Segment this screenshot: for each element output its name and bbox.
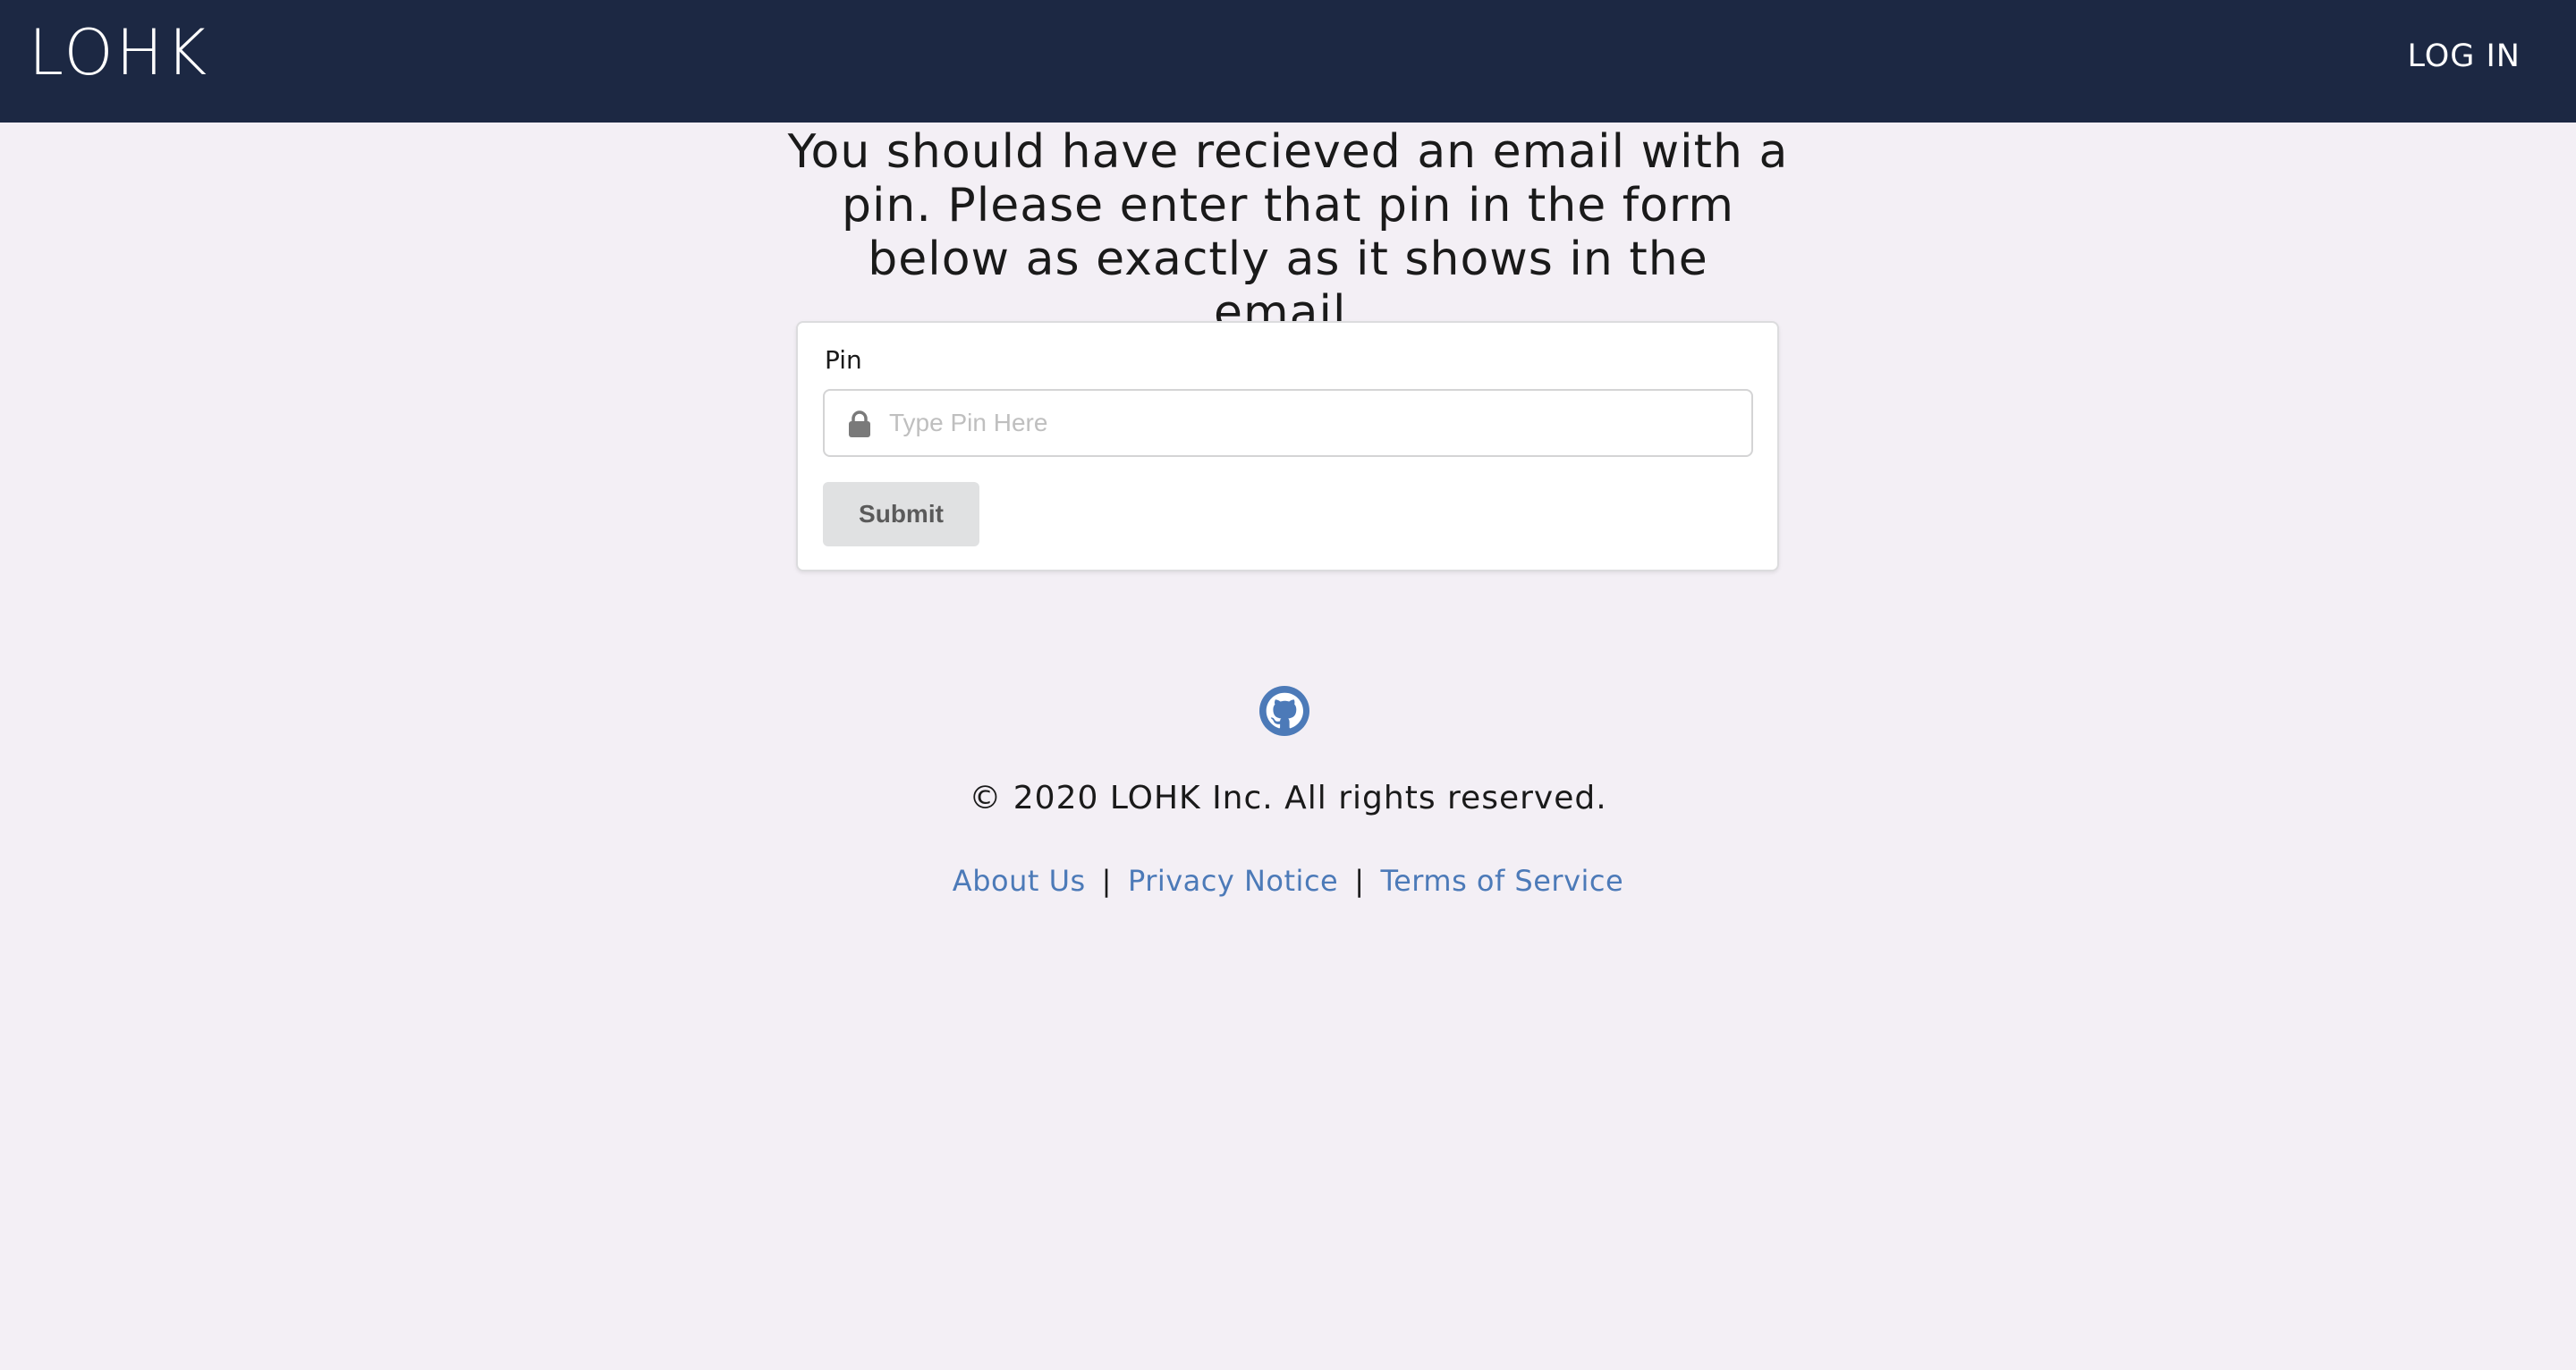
footer-links: About Us | Privacy Notice | Terms of Service <box>0 860 2576 901</box>
pin-input-wrapper[interactable] <box>823 389 1753 457</box>
link-separator: | <box>1101 864 1112 898</box>
login-link[interactable]: LOG IN <box>2407 36 2521 77</box>
link-separator: | <box>1354 864 1365 898</box>
about-us-link[interactable]: About Us <box>953 864 1086 898</box>
pin-label: Pin <box>825 345 862 375</box>
submit-button[interactable]: Submit <box>823 482 979 546</box>
pin-input[interactable] <box>889 391 1739 455</box>
pin-form: Pin Submit <box>796 321 1779 571</box>
privacy-notice-link[interactable]: Privacy Notice <box>1128 864 1338 898</box>
terms-of-service-link[interactable]: Terms of Service <box>1381 864 1624 898</box>
lock-icon <box>849 410 870 437</box>
copyright-text: © 2020 LOHK Inc. All rights reserved. <box>969 780 1607 816</box>
github-icon[interactable] <box>1259 686 1309 736</box>
page-instructions: You should have recieved an email with a… <box>787 125 1789 340</box>
top-navbar: LOHK LOG IN <box>0 0 2576 123</box>
brand-logo[interactable]: LOHK <box>29 16 209 89</box>
